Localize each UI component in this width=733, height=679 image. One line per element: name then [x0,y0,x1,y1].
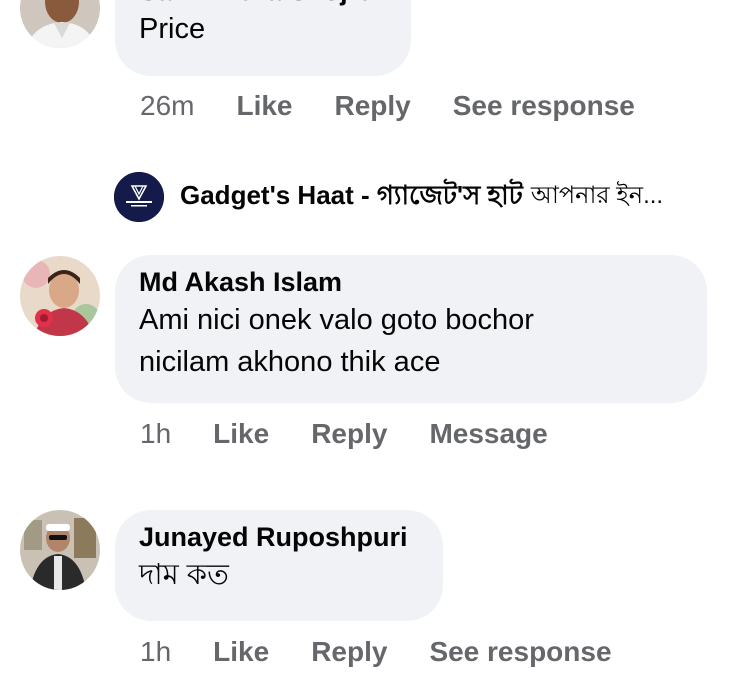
message-button[interactable]: Message [429,417,547,451]
reply-button[interactable]: Reply [311,417,387,451]
comment-text-line: Ami nici onek valo goto bochor [139,304,534,336]
reply-button[interactable]: Reply [335,89,411,123]
reply-button[interactable]: Reply [311,635,387,669]
comment-time[interactable]: 26m [140,89,194,123]
like-button[interactable]: Like [213,417,269,451]
see-response-button[interactable]: See response [429,635,611,669]
comment-actions: 1h Like Reply Message [140,417,590,451]
avatar[interactable] [20,0,100,48]
comment-actions: 26m Like Reply See response [140,89,677,123]
comment-time[interactable]: 1h [140,417,171,451]
reply-snippet: আপনার ইন... [530,182,664,209]
see-response-button[interactable]: See response [453,89,635,123]
reply-author[interactable]: Gadget's Haat - গ্যাজেট'স হাট [180,175,523,219]
comment-author[interactable]: Junayed Ruposhpuri [139,520,419,554]
avatar[interactable] [20,256,100,336]
comment-time[interactable]: 1h [140,635,171,669]
comment-bubble: Salim Reza Shojib Price [115,0,411,76]
like-button[interactable]: Like [213,635,269,669]
comment-text-line: nicilam akhono thik ace [139,346,441,378]
avatar[interactable] [20,510,100,590]
comment-text: দাম কত [139,559,229,591]
comment-actions: 1h Like Reply See response [140,635,654,669]
comment-author[interactable]: Md Akash Islam [139,265,683,299]
comment-text: Price [139,13,206,45]
reply-preview[interactable]: Gadget's Haat - গ্যাজেট'স হাট আপনার ইন..… [114,172,663,222]
comment-bubble: Junayed Ruposhpuri দাম কত [115,510,443,621]
comment-bubble: Md Akash Islam Ami nici onek valo goto b… [115,255,707,403]
like-button[interactable]: Like [236,89,292,123]
page-avatar[interactable] [114,172,164,222]
comment-author[interactable]: Salim Reza Shojib [139,0,387,8]
